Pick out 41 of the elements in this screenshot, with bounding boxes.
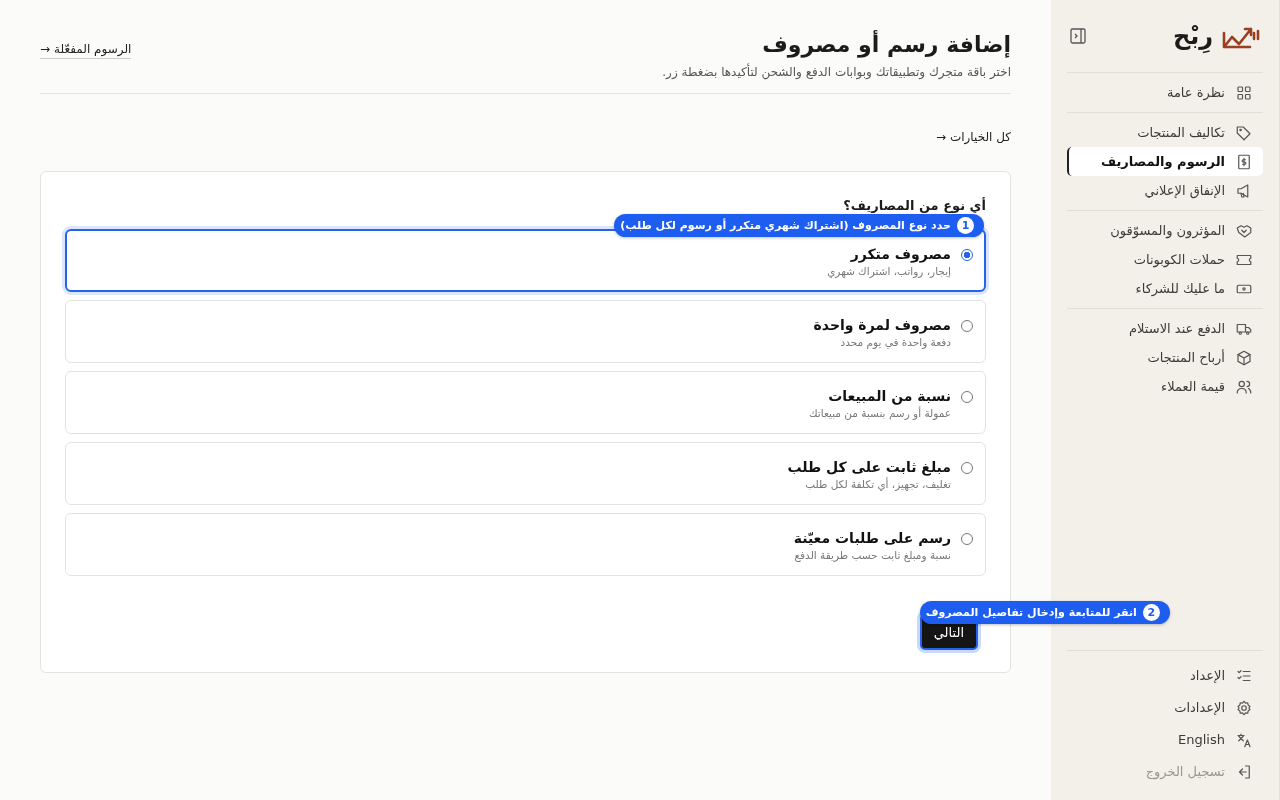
option-description: تغليف، تجهيز، أي تكلفة لكل طلب — [804, 478, 951, 490]
box-icon — [1235, 348, 1253, 367]
step-number: 2 — [1142, 604, 1160, 621]
option-card[interactable]: مبلغ ثابت على كل طلب تغليف، تجهيز، أي تكلفة لكل طلب — [65, 442, 986, 505]
grid-icon — [1235, 83, 1253, 102]
option-description: نسبة ومبلغ ثابت حسب طريقة الدفع — [793, 549, 951, 561]
settings-icon — [1235, 698, 1253, 717]
sidebar-item[interactable]: نظرة عامة — [1067, 78, 1263, 107]
page-subtitle: اختر باقة متجرك وتطبيقاتك وبوابات الدفع والشحن لتأكيدها بضغطة زر. — [662, 65, 1011, 79]
sidebar-item[interactable]: English — [1067, 725, 1263, 754]
option-description: عمولة أو رسم بنسبة من مبيعاتك — [809, 407, 951, 419]
collapse-sidebar-button[interactable] — [1069, 27, 1087, 45]
option-title: نسبة من المبيعات — [827, 388, 951, 404]
sidebar-item[interactable]: أرباح المنتجات — [1067, 343, 1263, 372]
option-description: إيجار، رواتب، اشتراك شهري — [827, 265, 951, 277]
option-card[interactable]: نسبة من المبيعات عمولة أو رسم بنسبة من مبيعاتك — [65, 371, 986, 434]
back-link[interactable]: الرسوم المفعّلة → — [40, 42, 132, 59]
sidebar-item[interactable]: المؤثرون والمسوّقون — [1067, 216, 1263, 245]
sidebar-item[interactable]: قيمة العملاء — [1067, 372, 1263, 401]
sidebar-item[interactable]: ما عليك للشركاء — [1067, 274, 1263, 303]
step-number: 1 — [957, 217, 974, 234]
option-title: مصروف لمرة واحدة — [813, 317, 951, 333]
option-title: مبلغ ثابت على كل طلب — [787, 459, 951, 475]
sidebar-item[interactable]: الإعداد — [1067, 661, 1263, 690]
all-options-link[interactable]: كل الخيارات → — [935, 130, 1011, 146]
question-heading: أي نوع من المصاريف؟ — [842, 198, 986, 213]
option-description: دفعة واحدة في يوم محدد — [839, 336, 951, 348]
radio-button[interactable] — [961, 249, 973, 261]
sidebar-item[interactable]: الإعدادات — [1067, 693, 1263, 722]
page-title: إضافة رسم أو مصروف — [761, 32, 1011, 57]
option-card[interactable]: رسم على طلبات معيّنة نسبة ومبلغ ثابت حسب طريقة الدفع — [65, 513, 986, 576]
sidebar-item[interactable]: الإنفاق الإعلاني — [1067, 176, 1263, 205]
sidebar-item[interactable]: الرسوم والمصاريف — [1067, 147, 1263, 176]
sidebar-item[interactable]: الدفع عند الاستلام — [1067, 314, 1263, 343]
sidebar-item[interactable]: حملات الكوبونات — [1067, 245, 1263, 274]
sidebar-item[interactable]: تكاليف المنتجات — [1067, 118, 1263, 147]
option-title: مصروف متكرر — [849, 246, 951, 262]
dollar-receipt-icon — [1235, 152, 1253, 171]
option-card[interactable]: مصروف لمرة واحدة دفعة واحدة في يوم محدد — [65, 300, 986, 363]
option-title: رسم على طلبات معيّنة — [793, 530, 951, 546]
tag-icon — [1235, 123, 1253, 142]
